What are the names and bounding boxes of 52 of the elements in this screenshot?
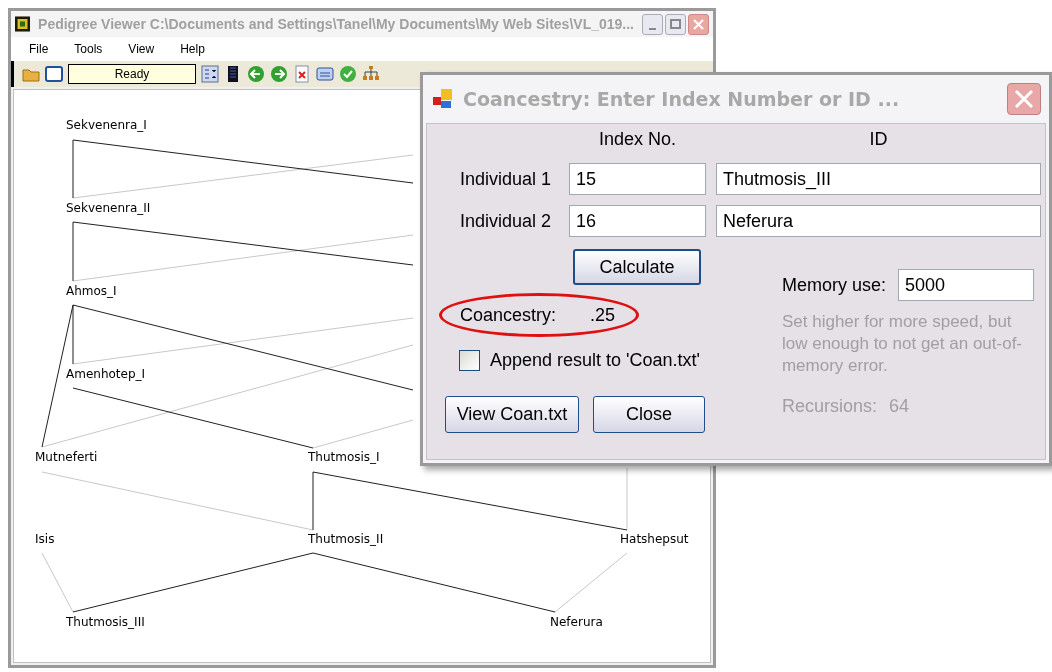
window-icon[interactable]: [45, 65, 63, 83]
pedigree-node-label[interactable]: Neferura: [550, 616, 603, 628]
row-label: Individual 1: [458, 167, 552, 191]
tree-icon[interactable]: [362, 65, 380, 83]
pedigree-node-label[interactable]: Isis: [35, 533, 55, 545]
dialog-title: Coancestry: Enter Index Number or ID ...: [463, 86, 900, 112]
maximize-button[interactable]: [665, 13, 686, 35]
result-value: .25: [590, 303, 616, 327]
menu-item[interactable]: Tools: [74, 40, 103, 58]
list-icon[interactable]: [201, 65, 219, 83]
pedigree-node-label[interactable]: Ahmos_I: [66, 285, 117, 297]
window-title: Pedigree Viewer C:\Documents and Settings\Tanel\My Documents\My Web Sites\VL_019...: [38, 14, 634, 34]
pedigree-node-label[interactable]: Hatshepsut: [620, 533, 689, 545]
pedigree-node-label[interactable]: Thutmosis_I: [308, 451, 380, 463]
pedigree-node-label[interactable]: Sekvenenra_I: [66, 119, 147, 131]
delete-icon[interactable]: [293, 65, 311, 83]
pedigree-node-label[interactable]: Amenhotep_I: [66, 368, 146, 380]
row-label: Individual 2: [458, 209, 552, 233]
dialog-app-icon: [431, 87, 455, 111]
column-header: ID: [868, 128, 889, 151]
memory-field[interactable]: 5000: [898, 269, 1034, 301]
form-icon[interactable]: [316, 65, 334, 83]
close-button[interactable]: [1007, 83, 1041, 115]
id-field[interactable]: Neferura: [716, 205, 1041, 237]
menu-item[interactable]: Help: [180, 40, 205, 58]
view-coan-button[interactable]: View Coan.txt: [445, 396, 579, 433]
recursions-value: 64: [889, 395, 910, 418]
result-label: Coancestry:: [460, 303, 557, 327]
close-button[interactable]: [688, 13, 709, 35]
pedigree-node-label[interactable]: Thutmosis_II: [308, 533, 384, 545]
memory-label: Memory use:: [781, 273, 886, 297]
close-dialog-button[interactable]: Close: [593, 396, 705, 433]
check-icon[interactable]: [339, 65, 357, 83]
pedigree-node-label[interactable]: Sekvenenra_II: [66, 202, 151, 214]
calculate-button[interactable]: Calculate: [573, 249, 701, 285]
minimize-button[interactable]: [642, 13, 663, 35]
app-logo-icon: [15, 15, 31, 33]
checkbox-label: Append result to 'Coan.txt': [490, 349, 700, 372]
index-field[interactable]: 15: [569, 163, 706, 195]
column-header: Index No.: [597, 128, 677, 151]
pedigree-node-label[interactable]: Thutmosis_III: [66, 616, 145, 628]
id-field[interactable]: Thutmosis_III: [716, 163, 1041, 195]
close-icon: [693, 18, 704, 30]
menu-item[interactable]: View: [128, 40, 155, 58]
recursions-label: Recursions:: [781, 395, 877, 418]
append-checkbox[interactable]: [459, 350, 480, 371]
pedigree-node-label[interactable]: Mutneferti: [35, 451, 98, 463]
status-field: Ready: [68, 64, 196, 84]
memory-hint: Set higher for more speed, but low enough to not get an out-of-memory error.: [781, 311, 1023, 377]
menu-item[interactable]: File: [29, 40, 49, 58]
index-field[interactable]: 16: [569, 205, 706, 237]
close-icon: [1014, 89, 1034, 109]
